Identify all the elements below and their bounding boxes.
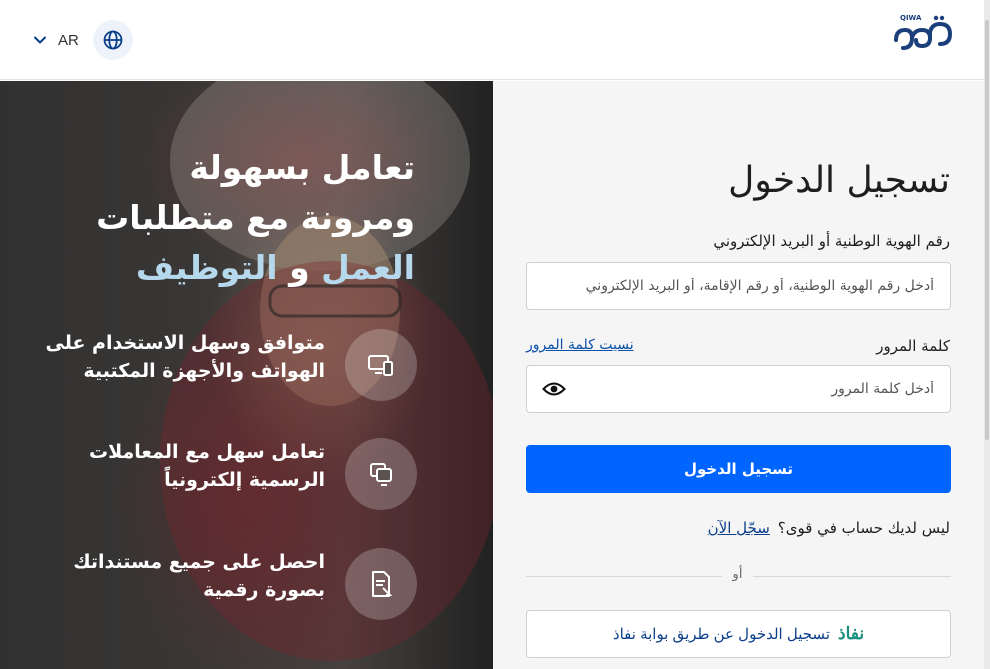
divider-right: [753, 576, 951, 577]
nafath-login-button[interactable]: نفاذ تسجيل الدخول عن طريق بوابة نفاذ: [526, 610, 951, 658]
id-field-label: رقم الهوية الوطنية أو البريد الإلكتروني: [713, 232, 950, 250]
forgot-password-link[interactable]: نسيت كلمة المرور: [526, 337, 634, 353]
nafath-login-label: تسجيل الدخول عن طريق بوابة نفاذ: [612, 626, 830, 643]
qiwa-logo[interactable]: QIWA: [892, 10, 956, 54]
nafath-logo: نفاذ: [838, 624, 865, 643]
feature-transactions: تعامل سهل مع المعاملات الرسمية إلكترونيا…: [17, 438, 417, 512]
feature-transactions-text: تعامل سهل مع المعاملات الرسمية إلكترونيا…: [88, 441, 325, 491]
hero-title-join: و: [277, 248, 322, 287]
scrollbar-thumb[interactable]: [985, 20, 989, 440]
hero-title: تعامل بسهولة ومرونة مع متطلبات العمل و ا…: [15, 143, 415, 293]
password-input[interactable]: [526, 365, 951, 413]
globe-icon[interactable]: [92, 20, 133, 60]
page-scrollbar[interactable]: [984, 0, 990, 669]
login-title: تسجيل الدخول: [728, 160, 950, 201]
documents-icon: [345, 548, 417, 620]
hero-panel: تعامل بسهولة ومرونة مع متطلبات العمل و ا…: [0, 81, 493, 669]
divider-left: [526, 576, 722, 577]
feature-documents-text: احصل على جميع مستنداتك بصورة رقمية: [73, 551, 325, 601]
no-account-text: ليس لديك حساب في قوى؟: [777, 519, 950, 537]
transactions-icon: [345, 438, 417, 510]
hero-title-line1: تعامل بسهولة: [189, 148, 415, 187]
hero-title-accent-work: العمل: [321, 248, 415, 287]
hero-title-accent-employment: التوظيف: [135, 248, 278, 287]
login-button[interactable]: تسجيل الدخول: [526, 445, 951, 493]
devices-icon: [345, 329, 417, 401]
logo-wordmark: QIWA: [900, 14, 922, 22]
register-link[interactable]: سجّل الآن: [708, 519, 770, 537]
hero-title-line3: العمل و التوظيف: [15, 243, 415, 293]
feature-devices-text: متوافق وسهل الاستخدام على الهواتف والأجه…: [45, 332, 325, 382]
hero-title-line2: ومرونة مع متطلبات: [96, 198, 415, 237]
eye-icon[interactable]: [540, 376, 568, 402]
or-separator: أو: [732, 567, 743, 582]
feature-devices: متوافق وسهل الاستخدام على الهواتف والأجه…: [17, 329, 417, 403]
feature-documents: احصل على جميع مستنداتك بصورة رقمية: [17, 548, 417, 622]
language-switcher[interactable]: AR: [30, 20, 133, 60]
chevron-down-icon[interactable]: [30, 30, 50, 50]
language-label[interactable]: AR: [58, 32, 79, 49]
register-prompt: ليس لديك حساب في قوى؟ سجّل الآن: [708, 519, 950, 537]
top-header: AR QIWA: [0, 0, 990, 80]
password-field-label: كلمة المرور: [876, 337, 950, 355]
id-input[interactable]: [526, 262, 951, 310]
